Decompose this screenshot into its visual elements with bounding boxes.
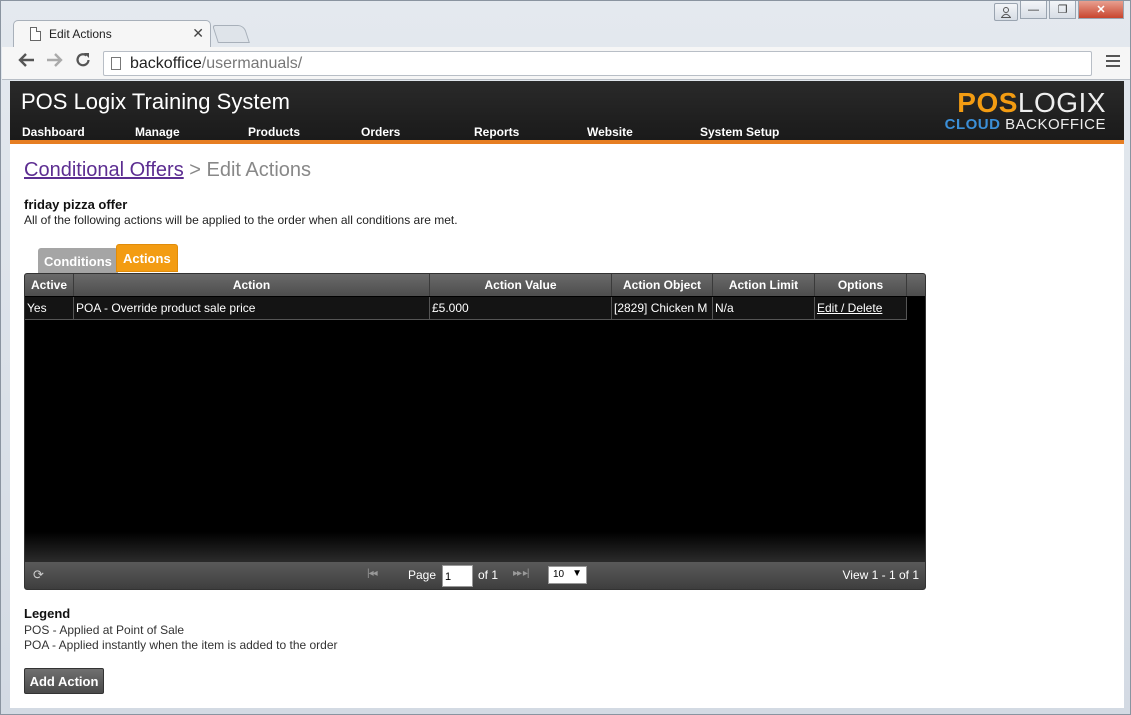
document-icon [30,27,41,41]
col-action-object[interactable]: Action Object [612,274,713,296]
offer-name: friday pizza offer [24,197,128,212]
browser-tab[interactable]: Edit Actions ✕ [13,20,211,47]
user-profile-icon[interactable] [994,3,1018,21]
nav-orders[interactable]: Orders [361,125,400,139]
nav-manage[interactable]: Manage [135,125,180,139]
rows-per-page-select[interactable]: 10 ▼ [548,566,587,584]
page-icon [111,57,121,70]
browser-toolbar: backoffice/usermanuals/ [2,47,1130,80]
page-number-input[interactable]: 1 [442,565,473,587]
new-tab-button[interactable] [212,25,250,43]
close-window-button[interactable]: ✕ [1078,1,1124,19]
view-info: View 1 - 1 of 1 [842,568,920,582]
refresh-icon[interactable]: ⟳ [33,567,44,583]
back-arrow-icon[interactable] [17,52,35,74]
breadcrumb-current: Edit Actions [206,159,312,181]
col-action-value[interactable]: Action Value [430,274,612,296]
forward-arrow-icon[interactable] [46,52,64,74]
web-page: POS Logix Training System Dashboard Mana… [10,81,1124,708]
grid-pager: ⟳ |◂◂ ▸▸ ▸| Page 1 of 1 10 ▼ View 1 - 1 o… [25,562,925,589]
next-page-icon[interactable]: ▸▸ ▸| [513,568,529,579]
table-row[interactable]: Yes POA - Override product sale price £5… [25,297,907,320]
breadcrumb-conditional-offers[interactable]: Conditional Offers [24,159,184,181]
actions-grid: Active Action Action Value Action Object… [24,273,926,590]
browser-window: Edit Actions ✕ — ❐ ✕ backoffice/usermanu… [0,0,1131,715]
col-active[interactable]: Active [25,274,74,296]
col-options[interactable]: Options [815,274,907,296]
tab-actions[interactable]: Actions [116,244,178,272]
address-bar[interactable]: backoffice/usermanuals/ [103,51,1092,76]
site-header: POS Logix Training System Dashboard Mana… [10,81,1124,144]
first-page-icon[interactable]: |◂◂ [367,568,378,579]
cell-options: Edit / Delete [815,297,907,320]
nav-website[interactable]: Website [587,125,633,139]
cell-action-limit: N/a [713,297,815,320]
browser-menu-icon[interactable] [1106,55,1120,70]
tab-title: Edit Actions [49,27,112,41]
legend-title: Legend [24,606,71,621]
cell-action-value: £5.000 [430,297,612,320]
legend-item-poa: POA - Applied instantly when the item is… [24,638,338,652]
site-title: POS Logix Training System [21,89,291,114]
nav-system-setup[interactable]: System Setup [700,125,779,139]
grid-header: Active Action Action Value Action Object… [25,274,925,296]
grid-gradient [25,532,925,562]
cell-action: POA - Override product sale price [74,297,430,320]
restore-button[interactable]: ❐ [1049,1,1076,19]
page-label: Page [408,568,437,582]
nav-reports[interactable]: Reports [474,125,519,139]
url-text: backoffice/usermanuals/ [130,55,303,72]
legend-item-pos: POS - Applied at Point of Sale [24,623,185,637]
tab-close-icon[interactable]: ✕ [192,25,204,42]
page-count: of 1 [478,568,499,582]
nav-products[interactable]: Products [248,125,300,139]
cell-active: Yes [25,297,74,320]
poslogix-logo: POSLOGIX CLOUD BACKOFFICE [944,87,1106,133]
offer-description: All of the following actions will be app… [24,213,458,227]
nav-dashboard[interactable]: Dashboard [22,125,85,139]
breadcrumb: Conditional Offers > Edit Actions [24,159,312,181]
col-action-limit[interactable]: Action Limit [713,274,815,296]
tab-conditions[interactable]: Conditions [38,248,118,273]
reload-icon[interactable] [75,52,91,74]
caret-down-icon: ▼ [572,568,582,579]
add-action-button[interactable]: Add Action [24,668,104,694]
col-action[interactable]: Action [74,274,430,296]
minimize-button[interactable]: — [1020,1,1047,19]
edit-delete-link[interactable]: Edit / Delete [817,301,882,315]
cell-action-object: [2829] Chicken M [612,297,713,320]
